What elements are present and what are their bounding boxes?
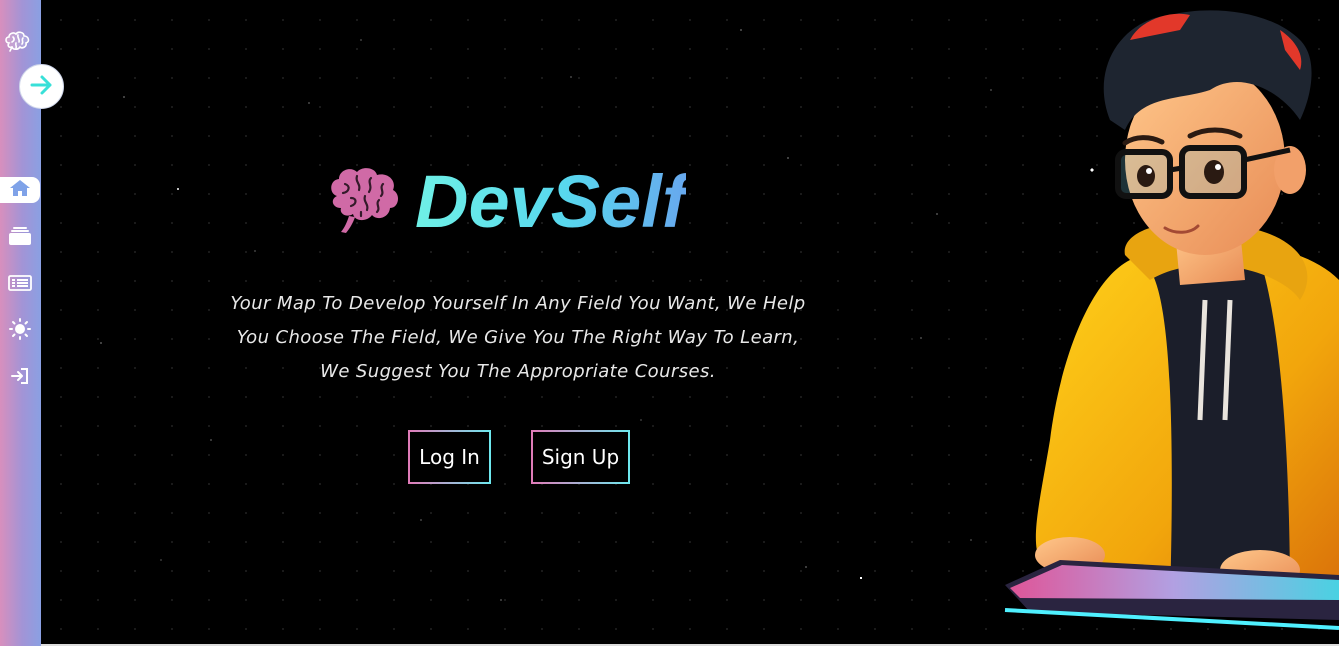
- home-icon: [9, 179, 31, 201]
- signup-button[interactable]: Sign Up: [531, 430, 630, 484]
- sun-icon: [9, 318, 31, 344]
- folders-icon: [8, 226, 32, 250]
- hero-logo: DevSelf: [327, 165, 686, 239]
- arrow-right-icon: [30, 74, 54, 99]
- sidebar-item-theme[interactable]: [0, 318, 40, 344]
- hero-tagline: Your Map To Develop Yourself In Any Fiel…: [195, 287, 841, 389]
- sidebar-toggle-button[interactable]: [19, 64, 64, 109]
- tagline-line: We Suggest You The Appropriate Courses.: [320, 361, 716, 382]
- sign-in-icon: [10, 366, 30, 390]
- brain-icon: [327, 166, 401, 238]
- sidebar-item-signin[interactable]: [0, 365, 40, 391]
- landing-page: DevSelf Your Map To Develop Yourself In …: [0, 0, 1339, 646]
- sidebar-item-home[interactable]: [0, 177, 40, 203]
- list-icon: [8, 275, 32, 295]
- tagline-line: You Choose The Field, We Give You The Ri…: [236, 327, 800, 348]
- sidebar-item-folders[interactable]: [0, 225, 40, 251]
- tagline-line: Your Map To Develop Yourself In Any Fiel…: [230, 293, 806, 314]
- brain-icon[interactable]: [3, 29, 32, 53]
- login-button[interactable]: Log In: [408, 430, 491, 484]
- hero-illustration: [1000, 0, 1339, 646]
- sidebar-item-list[interactable]: [0, 272, 40, 298]
- brand-title: DevSelf: [415, 160, 687, 243]
